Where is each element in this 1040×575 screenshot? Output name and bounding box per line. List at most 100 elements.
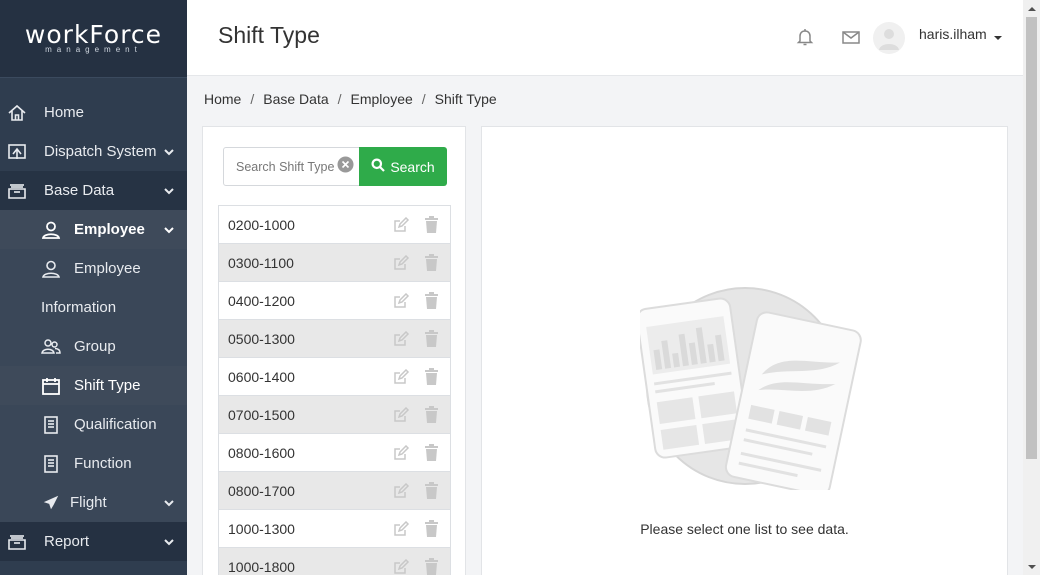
archive-icon (7, 181, 27, 201)
bell-icon[interactable] (794, 26, 816, 48)
trash-icon[interactable] (424, 216, 439, 233)
plane-icon (41, 493, 61, 513)
sidebar-item-label: Shift Type (74, 377, 141, 394)
sidebar-item-function[interactable]: Function (0, 444, 187, 483)
sidebar-item-employee-group[interactable]: Employee (0, 210, 187, 249)
brand-logo[interactable]: workForce management (0, 0, 187, 78)
mail-icon[interactable] (840, 26, 862, 48)
sidebar-item-label: Dispatch System (44, 143, 157, 160)
chevron-down-icon (163, 497, 175, 509)
trash-icon[interactable] (424, 520, 439, 537)
page-scrollbar[interactable] (1023, 0, 1040, 575)
page-title: Shift Type (218, 22, 320, 48)
edit-icon[interactable] (393, 406, 410, 423)
scroll-up-icon[interactable] (1023, 0, 1040, 17)
archive-icon (7, 532, 27, 552)
brand-tagline: management (45, 45, 142, 54)
list-item[interactable]: 1000-1800 (218, 548, 451, 575)
dispatch-icon (7, 142, 27, 162)
scrollbar-thumb[interactable] (1026, 17, 1037, 459)
detail-panel: Please select one list to see data. (481, 126, 1008, 575)
sidebar-item-qualification[interactable]: Qualification (0, 405, 187, 444)
list-item[interactable]: 0600-1400 (218, 358, 451, 396)
sidebar-item-dispatch-system[interactable]: Dispatch System (0, 132, 187, 171)
sidebar-item-information[interactable]: Information (0, 288, 187, 327)
sidebar-item-label: Function (74, 455, 132, 472)
list-item[interactable]: 0300-1100 (218, 244, 451, 282)
search-box (223, 147, 360, 186)
shift-type-label: 0400-1200 (228, 292, 295, 309)
sidebar-item-flight[interactable]: Flight (0, 483, 187, 522)
avatar[interactable] (873, 22, 905, 54)
sidebar-item-label: Employee (74, 260, 141, 277)
chevron-down-icon (163, 185, 175, 197)
shift-type-label: 0200-1000 (228, 216, 295, 233)
edit-icon[interactable] (393, 444, 410, 461)
trash-icon[interactable] (424, 406, 439, 423)
trash-icon[interactable] (424, 444, 439, 461)
sidebar-item-label: Report (44, 533, 90, 550)
scroll-down-icon[interactable] (1023, 558, 1040, 575)
search-button[interactable]: Search (359, 147, 447, 186)
sidebar-item-label: Employee (74, 221, 145, 238)
empty-state-message: Please select one list to see data. (640, 521, 849, 537)
sidebar: workForce management Home Dispatch Syste… (0, 0, 187, 575)
breadcrumb-separator: / (250, 91, 255, 107)
group-icon (41, 337, 61, 357)
sidebar-item-label: Information (41, 299, 117, 316)
shift-type-label: 0800-1700 (228, 482, 295, 499)
trash-icon[interactable] (424, 330, 439, 347)
edit-icon[interactable] (393, 330, 410, 347)
edit-icon[interactable] (393, 216, 410, 233)
trash-icon[interactable] (424, 368, 439, 385)
edit-icon[interactable] (393, 254, 410, 271)
edit-icon[interactable] (393, 558, 410, 575)
trash-icon[interactable] (424, 482, 439, 499)
sidebar-item-shift-type[interactable]: Shift Type (0, 366, 187, 405)
shift-type-label: 0800-1600 (228, 444, 295, 461)
username[interactable]: haris.ilham (919, 26, 987, 42)
sidebar-item-group[interactable]: Group (0, 327, 187, 366)
trash-icon[interactable] (424, 254, 439, 271)
list-item[interactable]: 0500-1300 (218, 320, 451, 358)
list-item[interactable]: 0800-1700 (218, 472, 451, 510)
list-item[interactable]: 0200-1000 (218, 206, 451, 244)
breadcrumb-home[interactable]: Home (204, 91, 241, 107)
sidebar-item-home[interactable]: Home (0, 93, 187, 132)
brand-name: workForce (24, 20, 163, 49)
breadcrumb: Home / Base Data / Employee / Shift Type (204, 91, 497, 107)
home-icon (7, 103, 27, 123)
sidebar-item-employee[interactable]: Employee (0, 249, 187, 288)
document-icon (41, 415, 61, 435)
list-item[interactable]: 0700-1500 (218, 396, 451, 434)
list-item[interactable]: 1000-1300 (218, 510, 451, 548)
breadcrumb-separator: / (421, 91, 426, 107)
list-item[interactable]: 0800-1600 (218, 434, 451, 472)
sidebar-item-label: Base Data (44, 182, 115, 199)
edit-icon[interactable] (393, 292, 410, 309)
search-input[interactable] (224, 148, 334, 185)
list-item[interactable]: 0400-1200 (218, 282, 451, 320)
calendar-icon (41, 376, 61, 396)
shift-type-list: 0200-1000 0300-1100 0400-1200 0500-1300 0600… (218, 205, 451, 575)
breadcrumb-employee[interactable]: Employee (351, 91, 413, 107)
document-icon (41, 454, 61, 474)
search-icon (371, 158, 386, 175)
edit-icon[interactable] (393, 368, 410, 385)
trash-icon[interactable] (424, 558, 439, 575)
caret-down-icon[interactable] (993, 30, 1003, 40)
shift-type-label: 0500-1300 (228, 330, 295, 347)
shift-type-list-panel: Search 0200-1000 0300-1100 0400-1200 0500-1… (202, 126, 466, 575)
shift-type-label: 0600-1400 (228, 368, 295, 385)
trash-icon[interactable] (424, 292, 439, 309)
chevron-down-icon (163, 224, 175, 236)
sidebar-item-report[interactable]: Report (0, 522, 187, 561)
clear-icon[interactable] (337, 156, 354, 173)
breadcrumb-current: Shift Type (434, 91, 497, 107)
shift-type-label: 0300-1100 (228, 254, 294, 271)
sidebar-item-base-data[interactable]: Base Data (0, 171, 187, 210)
breadcrumb-base-data[interactable]: Base Data (263, 91, 328, 107)
edit-icon[interactable] (393, 482, 410, 499)
edit-icon[interactable] (393, 520, 410, 537)
shift-type-label: 1000-1800 (228, 558, 295, 575)
